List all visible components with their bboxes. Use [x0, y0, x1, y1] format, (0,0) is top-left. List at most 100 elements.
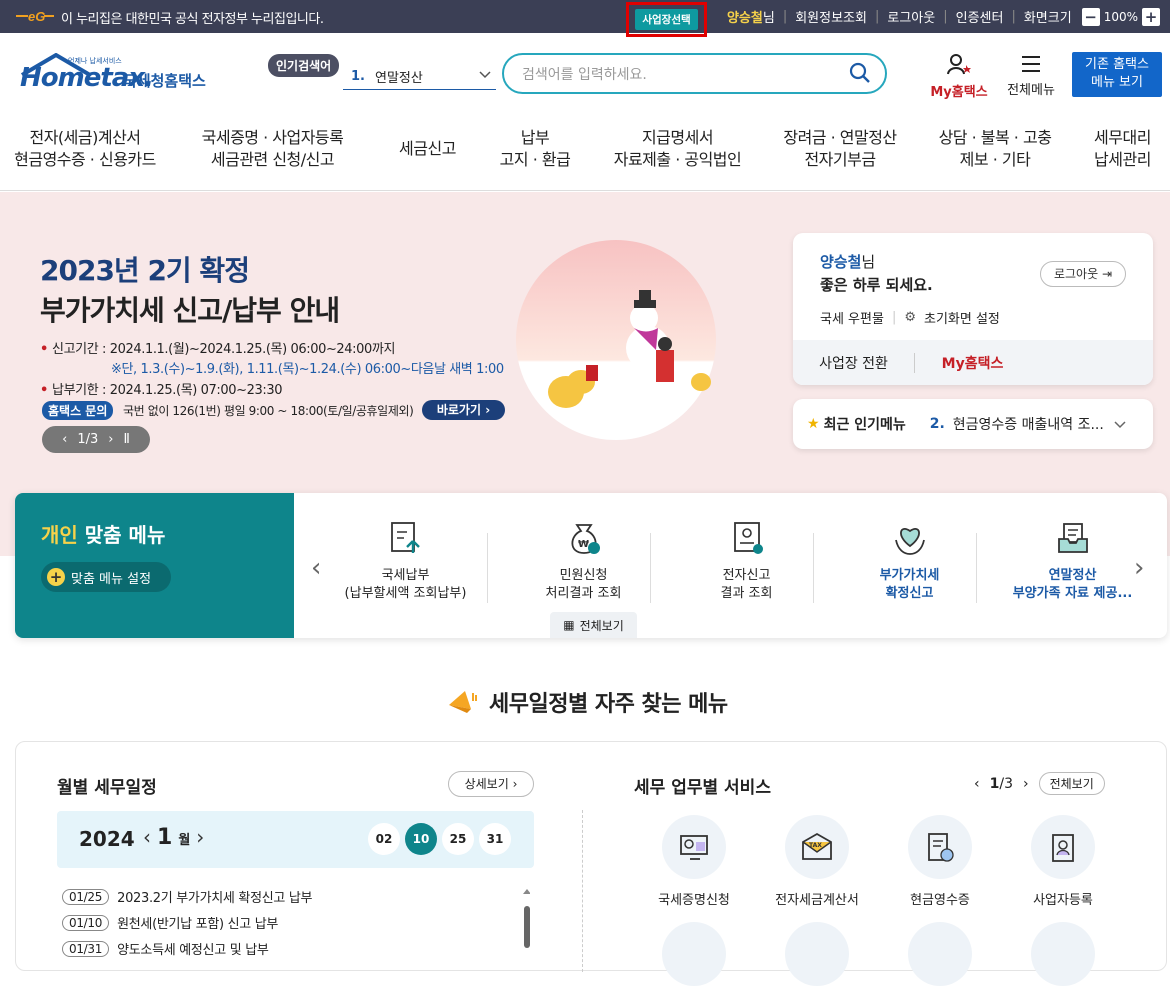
next-icon[interactable]: › — [108, 432, 113, 447]
government-banner-bar: eG 이 누리집은 대한민국 공식 전자정부 누리집입니다. 사업장선택 양승철… — [0, 0, 1170, 37]
popular-search-select[interactable]: 1. 연말정산 — [343, 63, 496, 90]
banner-period-note: ※단, 1.3.(수)~1.9.(화), 1.11.(목)~1.24.(수) 0… — [111, 362, 504, 377]
calendar-day-selected[interactable]: 10 — [405, 823, 437, 855]
menu-item-year-end[interactable]: 연말정산 부양가족 자료 제공... — [991, 517, 1154, 609]
heart-hands-icon — [894, 528, 925, 555]
banner-period: • 신고기간 : 2024.1.1.(월)~2024.1.25.(목) 06:0… — [40, 342, 396, 357]
banner-illustration — [516, 240, 716, 440]
top-user-name: 양승철 — [726, 11, 763, 26]
user-box-actions: 사업장 전환 My홈택스 — [793, 340, 1153, 385]
logout-button[interactable]: 로그아웃 ⇥ — [1040, 261, 1126, 287]
search-icon[interactable] — [849, 62, 871, 84]
banner-title-2: 부가가치세 신고/납부 안내 — [40, 294, 340, 327]
nav-item-incentive[interactable]: 장려금 · 연말정산 전자기부금 — [765, 113, 915, 190]
calendar-year: 2024 — [79, 827, 135, 851]
search-input[interactable]: 검색어를 입력하세요. — [502, 53, 887, 94]
snowman-illustration — [548, 290, 711, 408]
service-title: 세무 업무별 서비스 — [634, 778, 771, 798]
prev-month-icon[interactable]: ‹ — [143, 825, 151, 849]
cert-center-link[interactable]: 인증센터 — [956, 7, 1004, 26]
banner-deadline: • 납부기한 : 2024.1.25.(목) 07:00~23:30 — [40, 383, 283, 398]
member-info-link[interactable]: 회원정보조회 — [795, 7, 867, 26]
next-page-icon[interactable]: › — [1023, 776, 1029, 792]
schedule-scrollbar[interactable] — [522, 888, 530, 968]
user-info-box: 양승철님 좋은 하루 되세요. 로그아웃 ⇥ 국세 우편물 | ⚙ 초기화면 설… — [793, 233, 1153, 385]
service-all-view-button[interactable]: 전체보기 — [1038, 772, 1105, 795]
inquiry-text: 국번 없이 126(1번) 평일 9:00 ~ 18:00(토/일/공휴일제외) — [123, 404, 414, 418]
gov-notice-text: 이 누리집은 대한민국 공식 전자정부 누리집입니다. — [61, 12, 324, 27]
calendar-day[interactable]: 31 — [479, 823, 511, 855]
personal-menu-all-view[interactable]: ▦ 전체보기 — [550, 612, 637, 638]
nav-item-consult[interactable]: 상담 · 불복 · 고충 제보 · 기타 — [915, 113, 1075, 190]
service-e-tax-invoice[interactable]: TAX 전자세금계산서 — [762, 815, 872, 908]
recent-popular-menu[interactable]: ★ 최근 인기메뉴 2. 현금영수증 매출내역 조... — [793, 399, 1153, 449]
menu-item-efiling-result[interactable]: 전자신고 결과 조회 — [665, 517, 828, 609]
nav-item-agent[interactable]: 세무대리 납세관리 — [1075, 113, 1170, 190]
nav-item-payment[interactable]: 납부 고지 · 환급 — [480, 113, 590, 190]
menu-item-tax-payment[interactable]: 국세납부 (납부할세액 조회납부) — [324, 517, 487, 609]
calendar-month: ‹ 1월 › — [143, 825, 205, 850]
calendar-day[interactable]: 25 — [442, 823, 474, 855]
chevron-right-icon[interactable]: › — [1134, 553, 1144, 583]
prev-page-icon[interactable]: ‹ — [974, 776, 980, 792]
service-icon-more[interactable] — [785, 922, 849, 986]
logout-link[interactable]: 로그아웃 — [887, 7, 935, 26]
service-icon-more[interactable] — [908, 922, 972, 986]
schedule-service-card: 월별 세무일정 상세보기 › 2024 ‹ 1월 › 02 10 25 31 0… — [15, 741, 1167, 986]
service-business-registration[interactable]: 사업자등록 — [1008, 815, 1118, 908]
next-month-icon[interactable]: › — [196, 825, 204, 849]
monitor-certificate-icon — [680, 835, 708, 860]
popular-search-badge: 인기검색어 — [268, 54, 340, 77]
user-name: 양승철님 — [820, 253, 876, 271]
bell-icon — [449, 691, 477, 713]
my-hometax-button[interactable]: My홈택스 — [928, 53, 990, 100]
egov-logo-icon: eG — [16, 9, 54, 24]
calendar-detail-button[interactable]: 상세보기 › — [448, 771, 534, 797]
nav-item-einvoice[interactable]: 전자(세금)계산서 현금영수증 · 신용카드 — [0, 113, 170, 190]
service-icon-more[interactable] — [662, 922, 726, 986]
inquiry-badge: 홈택스 문의 — [42, 401, 114, 420]
zoom-in-button[interactable]: + — [1142, 7, 1160, 26]
service-cash-receipt[interactable]: 현금영수증 — [885, 815, 995, 908]
menu-item-petition-result[interactable]: ₩ 민원신청 처리결과 조회 — [502, 517, 665, 609]
schedule-item[interactable]: 01/10 원천세(반기납 포함) 신고 납부 — [62, 913, 278, 932]
personal-menu-panel: 개인 맞춤 메뉴 + 맞춤 메뉴 설정 — [15, 493, 294, 638]
nav-item-tax-return[interactable]: 세금신고 — [375, 113, 480, 190]
service-icon-more[interactable] — [1031, 922, 1095, 986]
pause-icon[interactable]: Ⅱ — [123, 432, 129, 447]
menu-item-vat-final[interactable]: 부가가치세 확정신고 — [828, 517, 991, 609]
plus-icon: + — [47, 568, 65, 586]
hamburger-icon — [1022, 56, 1040, 72]
nav-item-certificate[interactable]: 국세증명 · 사업자등록 세금관련 신청/신고 — [170, 113, 375, 190]
business-select-button[interactable]: 사업장선택 — [626, 2, 707, 37]
star-icon: ★ — [807, 416, 820, 432]
banner-go-button[interactable]: 바로가기 › — [422, 400, 505, 420]
schedule-item[interactable]: 01/31 양도소득세 예정신고 및 납부 — [62, 939, 269, 958]
receipt-icon — [928, 833, 954, 862]
old-hometax-button[interactable]: 기존 홈택스 메뉴 보기 — [1072, 52, 1162, 97]
custom-menu-setting-button[interactable]: + 맞춤 메뉴 설정 — [41, 562, 171, 592]
nav-item-statement[interactable]: 지급명세서 자료제출 · 공익법인 — [590, 113, 765, 190]
calendar-day[interactable]: 02 — [368, 823, 400, 855]
zoom-out-button[interactable]: − — [1081, 7, 1100, 26]
init-setting-link[interactable]: 초기화면 설정 — [924, 308, 1000, 327]
schedule-item[interactable]: 01/25 2023.2기 부가가치세 확정신고 납부 — [62, 887, 313, 906]
chevron-down-icon — [1114, 421, 1126, 429]
gear-icon: ⚙ — [904, 310, 916, 325]
user-links: 국세 우편물 | ⚙ 초기화면 설정 — [820, 308, 1000, 327]
top-right-links: 양승철 님 | 회원정보조회 | 로그아웃 | 인증센터 | 화면크기 − 10… — [727, 0, 1160, 33]
section-title: 세무일정별 자주 찾는 메뉴 — [445, 686, 728, 718]
switch-business-button[interactable]: 사업장 전환 — [793, 352, 915, 373]
postbox-link[interactable]: 국세 우편물 — [820, 308, 884, 327]
all-menu-button[interactable]: 전체메뉴 — [1003, 53, 1059, 98]
header: 언제나 납세서비스 Hometax. 국세청홈택스 인기검색어 1. 연말정산 … — [0, 33, 1170, 113]
personal-menu-title: 개인 맞춤 메뉴 — [41, 523, 166, 547]
my-hometax-link[interactable]: My홈택스 — [915, 353, 1030, 373]
chevron-left-icon[interactable]: ‹ — [311, 553, 321, 583]
prev-icon[interactable]: ‹ — [62, 432, 67, 447]
chevron-down-icon — [479, 71, 491, 79]
service-tax-certificate[interactable]: 국세증명신청 — [639, 815, 749, 908]
top-user-suffix: 님 — [762, 11, 775, 26]
document-tray-icon — [1057, 523, 1088, 553]
banner-pager[interactable]: ‹ 1/3 › Ⅱ — [42, 426, 150, 453]
